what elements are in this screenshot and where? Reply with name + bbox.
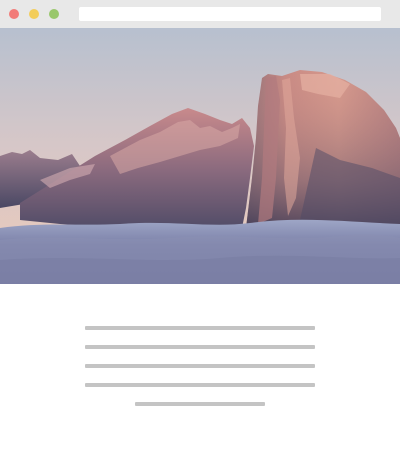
article-content — [0, 284, 400, 450]
window-titlebar — [0, 0, 400, 28]
text-placeholder-line — [85, 364, 315, 368]
text-placeholder-line — [135, 402, 265, 406]
close-window-button[interactable] — [9, 9, 19, 19]
text-placeholder-line — [85, 345, 315, 349]
text-placeholder-line — [85, 383, 315, 387]
address-bar[interactable] — [79, 7, 381, 21]
minimize-window-button[interactable] — [29, 9, 39, 19]
maximize-window-button[interactable] — [49, 9, 59, 19]
text-placeholder-line — [85, 326, 315, 330]
browser-window — [0, 0, 400, 450]
hero-image — [0, 28, 400, 284]
